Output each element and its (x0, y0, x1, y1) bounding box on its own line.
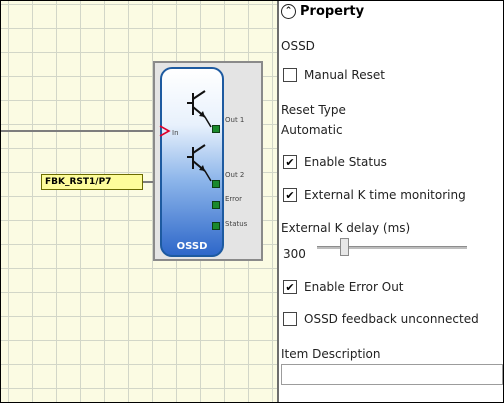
checkbox-icon (283, 68, 297, 82)
enable-status-checkbox[interactable]: ✔ Enable Status (283, 155, 387, 169)
block-name: OSSD (281, 39, 315, 53)
external-k-delay-value: 300 (283, 247, 306, 261)
property-header[interactable]: ⌃ Property (281, 4, 364, 19)
diagram-canvas[interactable]: In Out 1 Out 2 Error Status OSSD FBK_RST… (1, 1, 277, 402)
manual-reset-checkbox[interactable]: Manual Reset (283, 68, 385, 82)
input-arrow-icon (159, 125, 171, 137)
item-description-input[interactable] (281, 364, 503, 385)
port-out2[interactable] (212, 180, 220, 188)
manual-reset-label: Manual Reset (304, 68, 385, 82)
checkmark-icon: ✔ (283, 155, 297, 169)
port-in-label: In (172, 129, 179, 137)
transistor-icon (187, 90, 212, 128)
collapse-icon[interactable]: ⌃ (281, 4, 296, 19)
checkbox-icon (283, 312, 297, 326)
ossd-feedback-unconnected-label: OSSD feedback unconnected (304, 312, 479, 326)
property-panel: ⌃ Property OSSD Manual Reset Reset Type … (279, 1, 503, 402)
enable-error-out-label: Enable Error Out (304, 280, 404, 294)
input-tag-fbk[interactable]: FBK_RST1/P7 (41, 174, 143, 190)
port-out1[interactable] (212, 125, 220, 133)
enable-status-label: Enable Status (304, 155, 387, 169)
port-error[interactable] (212, 201, 220, 209)
block-title: OSSD (176, 241, 208, 252)
property-title: Property (300, 4, 365, 19)
port-status-label: Status (225, 220, 248, 228)
port-out1-label: Out 1 (225, 116, 245, 124)
port-out2-label: Out 2 (225, 171, 245, 179)
external-k-monitoring-label: External K time monitoring (304, 188, 466, 202)
port-error-label: Error (225, 195, 243, 203)
editor-window: In Out 1 Out 2 Error Status OSSD FBK_RST… (0, 0, 504, 403)
checkmark-icon: ✔ (283, 188, 297, 202)
transistor-icon (187, 144, 212, 182)
reset-type-label: Reset Type (281, 103, 346, 117)
reset-type-value[interactable]: Automatic (281, 123, 343, 137)
slider-thumb[interactable] (340, 238, 349, 256)
input-wire (1, 130, 157, 132)
external-k-delay-label: External K delay (ms) (281, 221, 411, 235)
external-k-monitoring-checkbox[interactable]: ✔ External K time monitoring (283, 188, 466, 202)
port-status[interactable] (212, 222, 220, 230)
item-description-label: Item Description (281, 347, 381, 361)
enable-error-out-checkbox[interactable]: ✔ Enable Error Out (283, 280, 404, 294)
checkmark-icon: ✔ (283, 280, 297, 294)
ossd-feedback-unconnected-checkbox[interactable]: OSSD feedback unconnected (283, 312, 479, 326)
